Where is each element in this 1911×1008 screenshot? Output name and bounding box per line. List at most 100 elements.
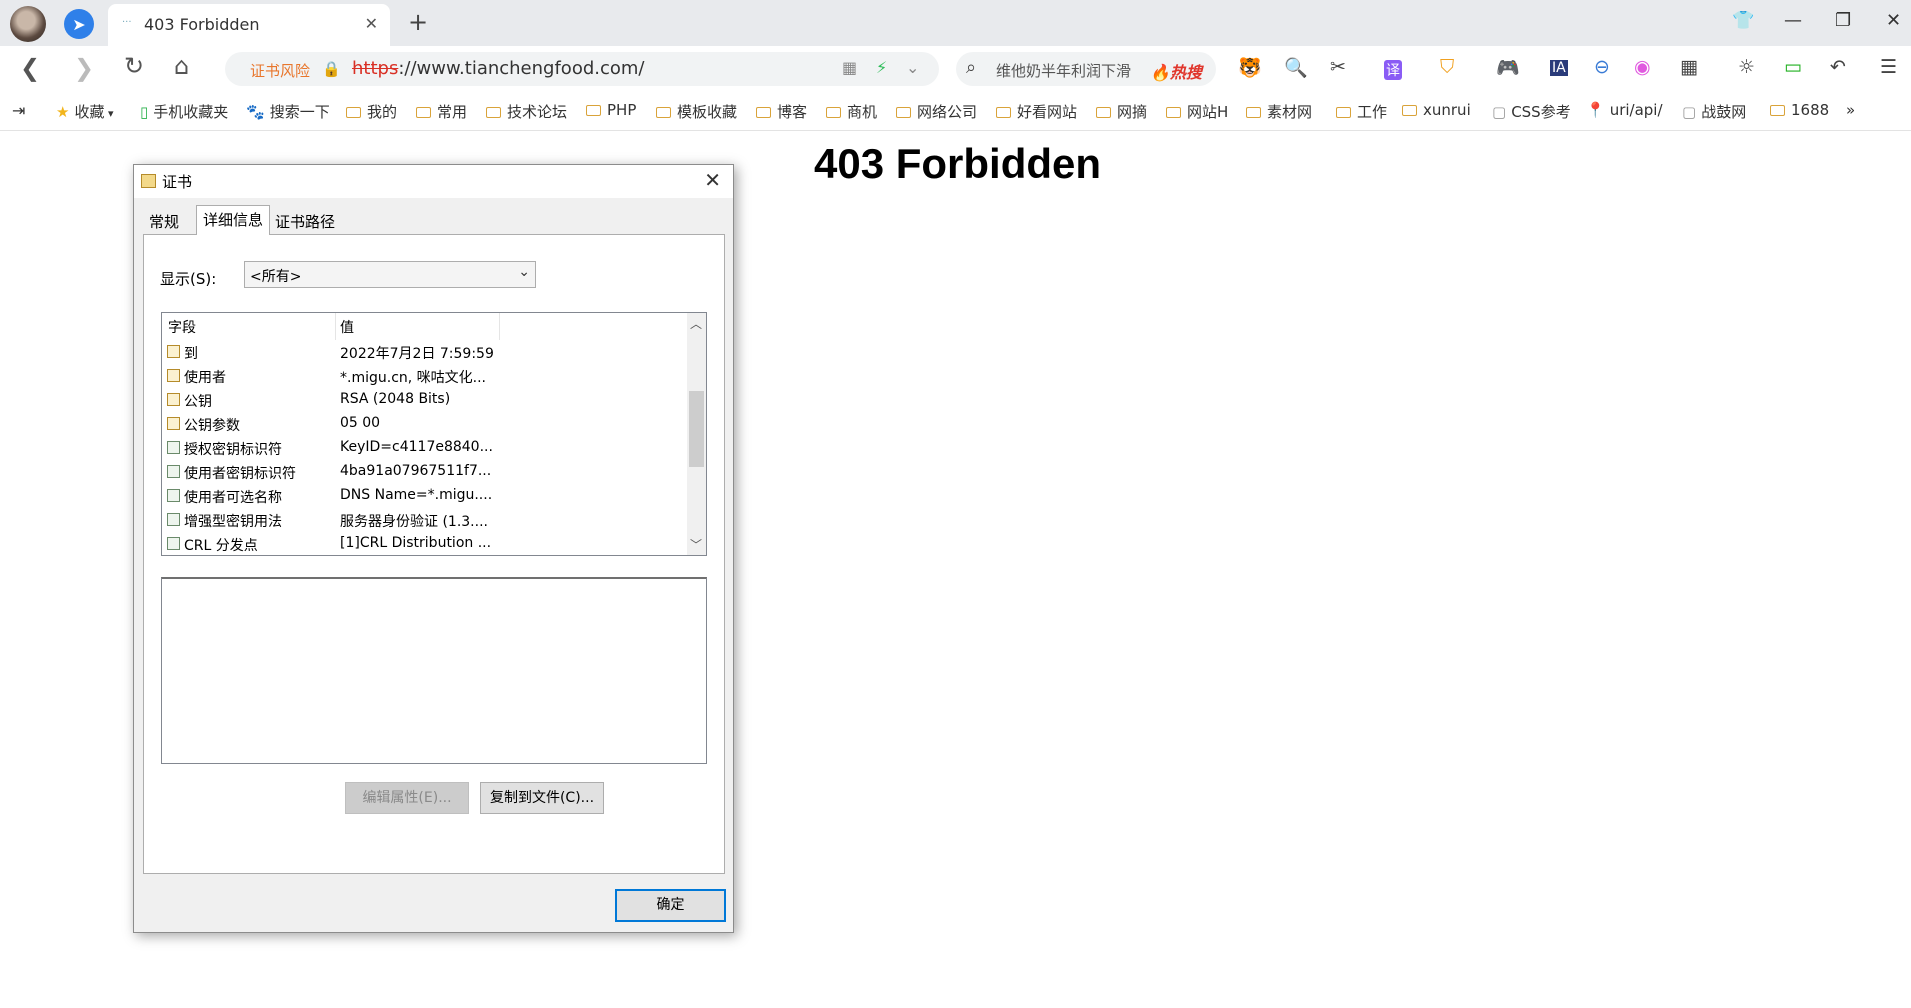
column-header-value[interactable]: 值 — [340, 317, 354, 337]
tab-details[interactable]: 详细信息 — [196, 205, 271, 235]
search-input[interactable]: 维他奶半年利润下滑 — [996, 60, 1131, 81]
table-row[interactable]: 到 2022年7月2日 7:59:59 — [162, 340, 688, 364]
row-value: KeyID=c4117e8840... — [340, 439, 493, 455]
show-select[interactable]: <所有> ⌄ — [244, 261, 536, 288]
list-scrollbar[interactable]: ︿ ﹀ — [687, 313, 706, 555]
bookmark-15[interactable]: 工作 — [1336, 101, 1387, 122]
table-row[interactable]: 授权密钥标识符 KeyID=c4117e8840... — [162, 436, 688, 460]
window-close-icon[interactable]: ✕ — [1886, 10, 1901, 31]
dialog-title-bar[interactable]: 证书 ✕ — [134, 165, 733, 198]
tiger-extension-icon[interactable]: 🐯 — [1238, 56, 1262, 79]
folder-icon — [1166, 107, 1181, 118]
field-detail-textbox[interactable] — [161, 577, 707, 764]
reload-icon[interactable]: ↻ — [124, 52, 144, 80]
qr-code-icon[interactable]: ▦ — [842, 58, 857, 77]
ia-extension-icon[interactable]: IA — [1550, 60, 1568, 76]
bookmark-11[interactable]: 好看网站 — [996, 101, 1077, 122]
sidebar-toggle-icon[interactable]: ⇥ — [12, 101, 25, 120]
skin-shirt-icon[interactable]: 👕 — [1732, 10, 1754, 31]
tab-cert-path[interactable]: 证书路径 — [269, 209, 341, 234]
folder-icon — [756, 107, 771, 118]
bookmark-13[interactable]: 网站H — [1166, 101, 1228, 122]
url-dropdown-icon[interactable]: ⌄ — [906, 58, 919, 77]
bookmark-8[interactable]: 博客 — [756, 101, 807, 122]
undo-icon[interactable]: ↶ — [1830, 56, 1846, 78]
user-avatar[interactable] — [10, 6, 46, 42]
edit-properties-button[interactable]: 编辑属性(E)... — [345, 782, 469, 814]
certificate-icon — [141, 174, 156, 188]
bookmark-4[interactable]: 常用 — [416, 101, 467, 122]
bookmark-14[interactable]: 素材网 — [1246, 101, 1312, 122]
bookmark-12[interactable]: 网摘 — [1096, 101, 1147, 122]
column-divider[interactable] — [335, 313, 336, 340]
bookmark-18[interactable]: 📍 uri/api/ — [1586, 101, 1663, 119]
extension-icon — [167, 441, 180, 454]
bookmark-9[interactable]: 商机 — [826, 101, 877, 122]
table-row[interactable]: 使用者可选名称 DNS Name=*.migu.... — [162, 484, 688, 508]
bookmark-5[interactable]: 技术论坛 — [486, 101, 567, 122]
navigate-icon[interactable]: ➤ — [64, 9, 94, 39]
dialog-close-icon[interactable]: ✕ — [704, 168, 721, 192]
row-value: [1]CRL Distribution ... — [340, 535, 492, 551]
bookmark-label: xunrui — [1423, 101, 1471, 119]
column-divider[interactable] — [499, 313, 500, 340]
speed-mode-icon[interactable]: ⚡ — [876, 58, 887, 77]
bookmark-2[interactable]: 🐾 搜索一下 — [246, 101, 330, 122]
scroll-down-icon[interactable]: ﹀ — [690, 536, 702, 553]
bookmark-3[interactable]: 我的 — [346, 101, 397, 122]
bookmark-label: 我的 — [367, 103, 398, 121]
table-row[interactable]: 公钥参数 05 00 — [162, 412, 688, 436]
table-row[interactable]: 使用者 *.migu.cn, 咪咕文化... — [162, 364, 688, 388]
hot-search-badge[interactable]: 🔥热搜 — [1150, 59, 1202, 83]
ok-button[interactable]: 确定 — [615, 889, 726, 922]
tab-general[interactable]: 常规 — [143, 209, 185, 234]
column-header-field[interactable]: 字段 — [168, 317, 196, 337]
new-tab-plus-icon[interactable]: + — [408, 8, 428, 36]
bookmark-label: 商机 — [847, 103, 878, 121]
table-row[interactable]: 使用者密钥标识符 4ba91a07967511f7... — [162, 460, 688, 484]
home-icon[interactable]: ⌂ — [174, 52, 189, 80]
scrollbar-thumb[interactable] — [689, 391, 704, 467]
magnifier-extension-icon[interactable]: 🔍 — [1284, 56, 1308, 79]
tab-close-icon[interactable]: ✕ — [365, 14, 378, 33]
cert-risk-label[interactable]: 证书风险 — [250, 60, 310, 81]
table-row[interactable]: CRL 分发点 [1]CRL Distribution ... — [162, 532, 688, 555]
bookmark-label: 手机收藏夹 — [153, 103, 229, 121]
bookmark-0[interactable]: ★ 收藏 ▾ — [56, 101, 114, 122]
browser-tab[interactable]: ··· 403 Forbidden ✕ — [108, 4, 390, 46]
coupon-shield-icon[interactable]: ⛉ — [1440, 56, 1454, 78]
bookmark-label: uri/api/ — [1609, 101, 1663, 119]
bookmark-20[interactable]: 1688 — [1770, 101, 1829, 119]
table-row[interactable]: 公钥 RSA (2048 Bits) — [162, 388, 688, 412]
bookmark-10[interactable]: 网络公司 — [896, 101, 977, 122]
apps-grid-icon[interactable]: ▦ — [1680, 56, 1698, 78]
insecure-lock-icon[interactable]: 🔒 — [322, 60, 341, 78]
scroll-up-icon[interactable]: ︿ — [690, 315, 702, 332]
more-bookmarks-icon[interactable]: » — [1846, 101, 1855, 119]
url-text[interactable]: https://www.tianchengfood.com/ — [352, 58, 644, 79]
translate-icon[interactable]: 译 — [1384, 60, 1402, 80]
color-wheel-icon[interactable]: ◉ — [1634, 56, 1651, 78]
menu-icon[interactable]: ☰ — [1880, 56, 1897, 78]
back-icon[interactable]: ❮ — [20, 54, 40, 82]
scissors-icon[interactable]: ✂ — [1330, 56, 1346, 78]
battery-icon[interactable]: ▭ — [1784, 56, 1802, 78]
bookmark-19[interactable]: ▢ 战鼓网 — [1682, 101, 1746, 122]
brightness-icon[interactable]: ☼ — [1738, 56, 1755, 78]
bookmark-16[interactable]: xunrui — [1402, 101, 1471, 119]
bookmark-label: 模板收藏 — [677, 103, 738, 121]
bookmark-7[interactable]: 模板收藏 — [656, 101, 737, 122]
bookmark-1[interactable]: ▯ 手机收藏夹 — [140, 101, 228, 122]
bookmark-6[interactable]: PHP — [586, 101, 636, 119]
restore-icon[interactable]: ❐ — [1835, 10, 1851, 31]
minimize-icon[interactable]: — — [1784, 10, 1802, 31]
table-row[interactable]: 增强型密钥用法 服务器身份验证 (1.3.... — [162, 508, 688, 532]
chevron-down-icon[interactable]: ▾ — [104, 107, 114, 120]
forward-icon[interactable]: ❯ — [74, 54, 94, 82]
field-list[interactable]: 字段 值 到 2022年7月2日 7:59:59 使用者 *.migu.cn, 咪咕文… — [161, 312, 707, 556]
game-controller-icon[interactable]: 🎮 — [1496, 56, 1520, 79]
minus-circle-icon[interactable]: ⊖ — [1594, 56, 1610, 78]
bookmark-17[interactable]: ▢ CSS参考 — [1492, 101, 1571, 122]
search-icon[interactable]: ⌕ — [966, 57, 976, 78]
copy-to-file-button[interactable]: 复制到文件(C)... — [480, 782, 604, 814]
